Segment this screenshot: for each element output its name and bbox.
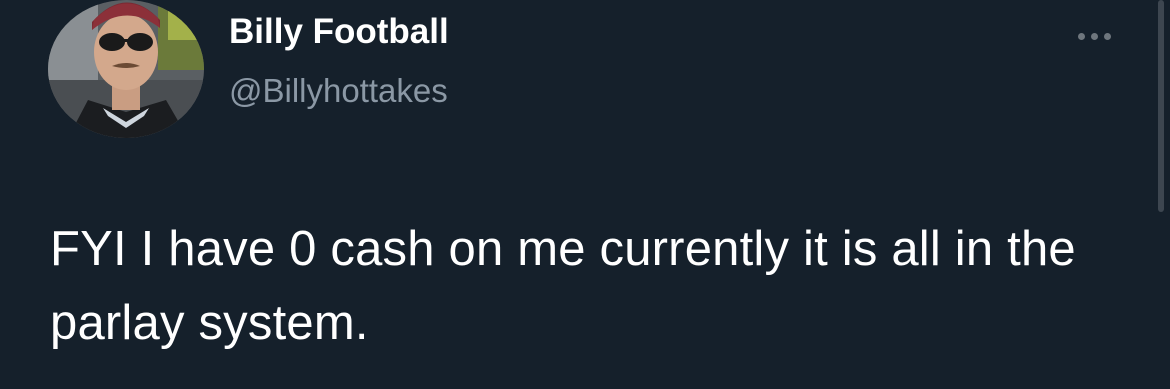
more-options-icon[interactable] bbox=[1068, 22, 1120, 50]
more-dot bbox=[1103, 32, 1111, 40]
scrollbar[interactable] bbox=[1158, 0, 1164, 212]
more-dot bbox=[1090, 32, 1098, 40]
tweet-card: Billy Football @Billyhottakes FYI I have… bbox=[0, 0, 1170, 389]
tweet-text: FYI I have 0 cash on me currently it is … bbox=[50, 222, 1076, 350]
profile-photo-icon bbox=[48, 0, 204, 138]
author-display-name[interactable]: Billy Football bbox=[229, 12, 449, 52]
author-handle[interactable]: @Billyhottakes bbox=[229, 72, 448, 110]
avatar[interactable] bbox=[48, 0, 204, 138]
more-dot bbox=[1077, 32, 1085, 40]
